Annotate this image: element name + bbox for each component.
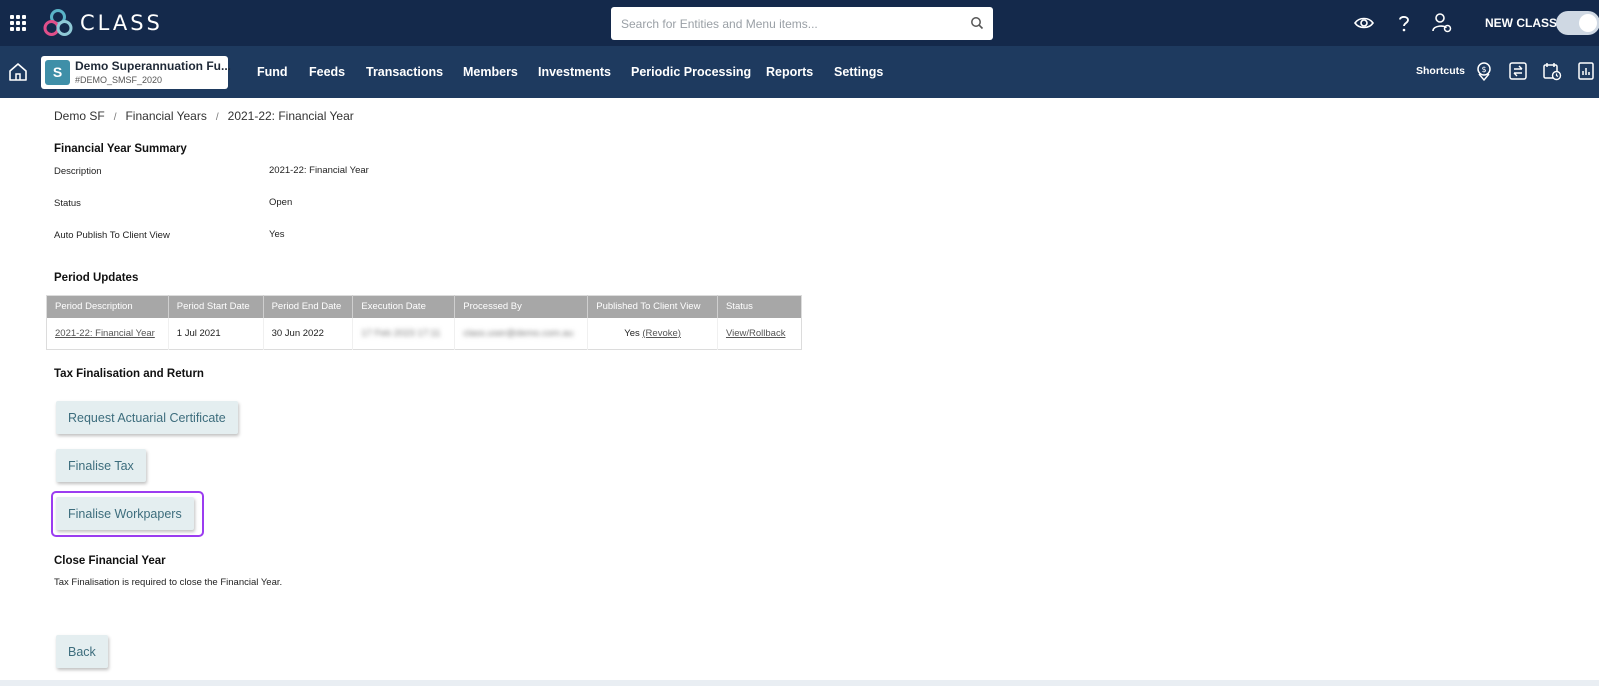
breadcrumb-separator: / [215,112,219,123]
processed-by-redacted: class.user@demo.com.au [463,327,574,339]
nav-settings[interactable]: Settings [834,65,883,79]
col-processed-by: Processed By [454,295,589,318]
help-icon[interactable] [1393,12,1415,34]
close-year-note: Tax Finalisation is required to close th… [54,577,283,588]
table-row: 2021-22: Financial Year 1 Jul 2021 30 Ju… [46,317,802,350]
execution-date-redacted: 17 Feb 2023 17:11 [361,327,441,339]
fund-name: Demo Superannuation Fu... [75,59,232,73]
home-icon[interactable] [8,62,28,82]
breadcrumb-separator: / [113,112,117,123]
main-nav: S Demo Superannuation Fu... #DEMO_SMSF_2… [0,46,1599,98]
fund-avatar: S [45,60,70,85]
nav-investments[interactable]: Investments [538,65,611,79]
auto-publish-value: Yes [269,229,285,240]
user-settings-icon[interactable] [1431,12,1453,34]
published-cell: Yes (Revoke) [587,317,718,350]
period-description-link[interactable]: 2021-22: Financial Year [55,328,155,339]
fund-selector[interactable]: S Demo Superannuation Fu... #DEMO_SMSF_2… [41,56,232,89]
finalise-workpapers-button[interactable]: Finalise Workpapers [56,497,194,530]
finalise-tax-button[interactable]: Finalise Tax [56,449,146,482]
close-year-title: Close Financial Year [54,555,166,567]
breadcrumb-demo-sf[interactable]: Demo SF [54,109,105,123]
period-updates-table: Period Description Period Start Date Per… [46,295,802,350]
footer-strip [0,680,1599,686]
period-updates-title: Period Updates [54,272,139,284]
search-icon[interactable] [970,16,984,30]
auto-publish-label: Auto Publish To Client View [54,230,170,241]
col-execution-date: Execution Date [352,295,456,318]
description-label: Description [54,166,102,177]
fund-code: #DEMO_SMSF_2020 [75,75,163,85]
col-status: Status [717,295,802,318]
back-button[interactable]: Back [56,635,108,668]
nav-feeds[interactable]: Feeds [309,65,345,79]
nav-periodic-processing[interactable]: Periodic Processing [631,65,751,79]
status-value: Open [269,197,293,208]
shortcuts-label: Shortcuts [1416,65,1466,77]
description-value: 2021-22: Financial Year [269,165,369,176]
view-rollback-link[interactable]: View/Rollback [726,328,786,339]
global-search [611,7,993,40]
period-end-cell: 30 Jun 2022 [263,317,354,350]
search-input[interactable] [611,7,941,40]
request-actuarial-certificate-button[interactable]: Request Actuarial Certificate [56,401,238,434]
toggle-knob [1579,14,1597,32]
class-logo-icon [43,9,73,36]
col-published: Published To Client View [587,295,718,318]
transfer-icon[interactable] [1508,61,1528,81]
dollar-pin-icon[interactable]: $ [1474,61,1494,81]
col-period-description: Period Description [46,295,169,318]
top-bar: CLASS NEW CLASS [0,0,1599,46]
new-class-toggle[interactable] [1556,11,1599,35]
tax-section-title: Tax Finalisation and Return [54,368,204,380]
published-value: Yes [624,327,640,339]
new-class-label: NEW CLASS [1485,16,1557,30]
logo-text: CLASS [80,11,163,35]
report-chart-icon[interactable] [1576,61,1596,81]
apps-grid-icon[interactable] [10,15,26,31]
revoke-link[interactable]: (Revoke) [642,328,681,339]
col-period-end: Period End Date [263,295,354,318]
breadcrumb-current: 2021-22: Financial Year [227,109,354,123]
nav-fund[interactable]: Fund [257,65,288,79]
status-label: Status [54,198,81,209]
calendar-clock-icon[interactable] [1542,61,1562,81]
breadcrumb: Demo SF / Financial Years / 2021-22: Financi… [54,109,354,123]
eye-icon[interactable] [1353,12,1375,34]
breadcrumb-financial-years[interactable]: Financial Years [125,109,206,123]
nav-reports[interactable]: Reports [766,65,813,79]
col-period-start: Period Start Date [168,295,264,318]
nav-transactions[interactable]: Transactions [366,65,443,79]
summary-title: Financial Year Summary [54,143,187,155]
period-start-cell: 1 Jul 2021 [168,317,264,350]
table-header-row: Period Description Period Start Date Per… [46,295,802,318]
nav-members[interactable]: Members [463,65,518,79]
class-logo[interactable]: CLASS [42,8,163,38]
svg-text:$: $ [1481,65,1486,74]
